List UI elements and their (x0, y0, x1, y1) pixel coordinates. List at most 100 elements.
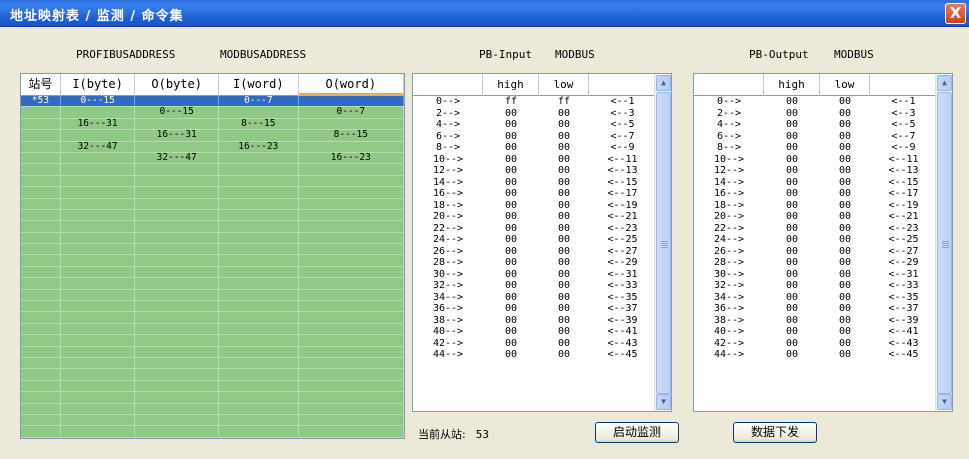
table-row[interactable]: 0---15 0---7 (21, 107, 404, 119)
table-row[interactable] (21, 403, 404, 415)
table-row[interactable]: 36--> 00 00 <--37 (413, 303, 656, 315)
table-row[interactable]: 26--> 00 00 <--27 (694, 246, 937, 258)
table-row[interactable]: 34--> 00 00 <--35 (694, 292, 937, 304)
table-row[interactable]: 24--> 00 00 <--25 (413, 234, 656, 246)
map-cell-i-byte (61, 266, 136, 278)
table-row[interactable]: 16---31 8---15 (21, 130, 404, 142)
table-row[interactable]: 38--> 00 00 <--39 (413, 315, 656, 327)
table-row[interactable] (21, 278, 404, 290)
table-row[interactable]: 36--> 00 00 <--37 (694, 303, 937, 315)
table-row[interactable]: 8--> 00 00 <--9 (694, 142, 937, 154)
table-row[interactable] (21, 301, 404, 313)
table-row[interactable]: 16--> 00 00 <--17 (694, 188, 937, 200)
table-row[interactable]: 10--> 00 00 <--11 (413, 154, 656, 166)
table-row[interactable]: 0--> ff ff <--1 (413, 96, 656, 108)
table-row[interactable] (21, 198, 404, 210)
modbus-output-header: MODBUS (834, 48, 874, 61)
table-row[interactable]: 24--> 00 00 <--25 (694, 234, 937, 246)
table-row[interactable]: 16--> 00 00 <--17 (413, 188, 656, 200)
table-row[interactable] (21, 335, 404, 347)
send-data-button[interactable]: 数据下发 (733, 422, 817, 443)
table-row[interactable] (21, 266, 404, 279)
table-row[interactable]: 40--> 00 00 <--41 (694, 326, 937, 338)
table-row[interactable]: 8--> 00 00 <--9 (413, 142, 656, 154)
table-row[interactable]: 18--> 00 00 <--19 (694, 200, 937, 212)
column-header-o-byte[interactable]: O(byte) (135, 74, 219, 96)
table-row[interactable]: 0--> 00 00 <--1 (694, 96, 937, 108)
table-row[interactable]: 14--> 00 00 <--15 (413, 177, 656, 189)
table-row[interactable]: 22--> 00 00 <--23 (694, 223, 937, 235)
table-row[interactable]: *53 0---15 0---7 (21, 96, 404, 108)
table-row[interactable]: 2--> 00 00 <--3 (413, 108, 656, 120)
column-header-i-word[interactable]: I(word) (219, 74, 299, 96)
data-cell-low: 00 (557, 165, 571, 176)
table-row[interactable]: 42--> 00 00 <--43 (694, 338, 937, 350)
table-row[interactable] (21, 187, 404, 199)
table-row[interactable]: 12--> 00 00 <--13 (413, 165, 656, 177)
table-row[interactable]: 6--> 00 00 <--7 (694, 131, 937, 143)
table-row[interactable]: 32--> 00 00 <--33 (413, 280, 656, 292)
table-row[interactable]: 12--> 00 00 <--13 (694, 165, 937, 177)
table-row[interactable] (21, 232, 404, 245)
table-row[interactable] (21, 312, 404, 324)
table-row[interactable]: 4--> 00 00 <--5 (413, 119, 656, 131)
table-row[interactable] (21, 380, 404, 393)
table-row[interactable]: 38--> 00 00 <--39 (694, 315, 937, 327)
table-row[interactable] (21, 255, 404, 267)
table-row[interactable] (21, 221, 404, 233)
table-row[interactable] (21, 209, 404, 222)
table-row[interactable] (21, 164, 404, 176)
table-row[interactable]: 30--> 00 00 <--31 (413, 269, 656, 281)
table-row[interactable]: 26--> 00 00 <--27 (413, 246, 656, 258)
scroll-thumb[interactable] (656, 92, 671, 394)
table-row[interactable]: 20--> 00 00 <--21 (413, 211, 656, 223)
table-row[interactable]: 18--> 00 00 <--19 (413, 200, 656, 212)
pb-output-table[interactable]: high low 0--> 00 00 <--1 2--> 00 00 <--3 4--> 00 0… (693, 73, 953, 412)
table-row[interactable] (21, 175, 404, 188)
data-cell-address: 30--> (432, 268, 464, 280)
table-row[interactable]: 32---47 16---23 (21, 141, 404, 153)
start-monitor-button[interactable]: 启动监测 (595, 422, 679, 443)
scroll-thumb[interactable] (937, 92, 952, 394)
table-row[interactable]: 44--> 00 00 <--45 (413, 349, 656, 361)
table-row[interactable]: 28--> 00 00 <--29 (694, 257, 937, 269)
table-row[interactable]: 32--> 00 00 <--33 (694, 280, 937, 292)
table-row[interactable]: 40--> 00 00 <--41 (413, 326, 656, 338)
table-row[interactable]: 2--> 00 00 <--3 (694, 108, 937, 120)
scroll-down-arrow-icon[interactable]: ▼ (656, 394, 671, 410)
table-row[interactable]: 6--> 00 00 <--7 (413, 131, 656, 143)
table-row[interactable] (21, 392, 404, 404)
pb-input-table[interactable]: high low 0--> ff ff <--1 2--> 00 00 <--3 4--> 00 0… (412, 73, 672, 412)
table-row[interactable] (21, 357, 404, 370)
table-row[interactable]: 4--> 00 00 <--5 (694, 119, 937, 131)
table-row[interactable]: 22--> 00 00 <--23 (413, 223, 656, 235)
table-row[interactable]: 32---47 16---23 (21, 152, 404, 165)
output-scrollbar[interactable]: ▲ ▼ (935, 74, 952, 411)
table-row[interactable]: 14--> 00 00 <--15 (694, 177, 937, 189)
table-row[interactable]: 44--> 00 00 <--45 (694, 349, 937, 361)
table-row[interactable] (21, 323, 404, 336)
scroll-up-arrow-icon[interactable]: ▲ (937, 75, 952, 91)
column-header-station[interactable]: 站号 (21, 74, 61, 96)
map-cell-station (21, 232, 61, 244)
table-row[interactable] (21, 244, 404, 256)
table-row[interactable]: 28--> 00 00 <--29 (413, 257, 656, 269)
address-map-table[interactable]: 站号 I(byte) O(byte) I(word) O(word) *53 0-… (20, 73, 405, 439)
scroll-up-arrow-icon[interactable]: ▲ (656, 75, 671, 91)
close-button[interactable]: X (945, 3, 966, 24)
table-row[interactable] (21, 346, 404, 358)
table-row[interactable] (21, 369, 404, 381)
table-row[interactable]: 16---31 8---15 (21, 118, 404, 131)
table-row[interactable] (21, 414, 404, 427)
column-header-o-word[interactable]: O(word) (298, 74, 404, 96)
column-header-i-byte[interactable]: I(byte) (61, 74, 136, 96)
input-scrollbar[interactable]: ▲ ▼ (654, 74, 671, 411)
table-row[interactable]: 30--> 00 00 <--31 (694, 269, 937, 281)
scroll-down-arrow-icon[interactable]: ▼ (937, 394, 952, 410)
table-row[interactable] (21, 289, 404, 302)
table-row[interactable]: 42--> 00 00 <--43 (413, 338, 656, 350)
table-row[interactable] (21, 426, 404, 438)
table-row[interactable]: 34--> 00 00 <--35 (413, 292, 656, 304)
table-row[interactable]: 20--> 00 00 <--21 (694, 211, 937, 223)
table-row[interactable]: 10--> 00 00 <--11 (694, 154, 937, 166)
